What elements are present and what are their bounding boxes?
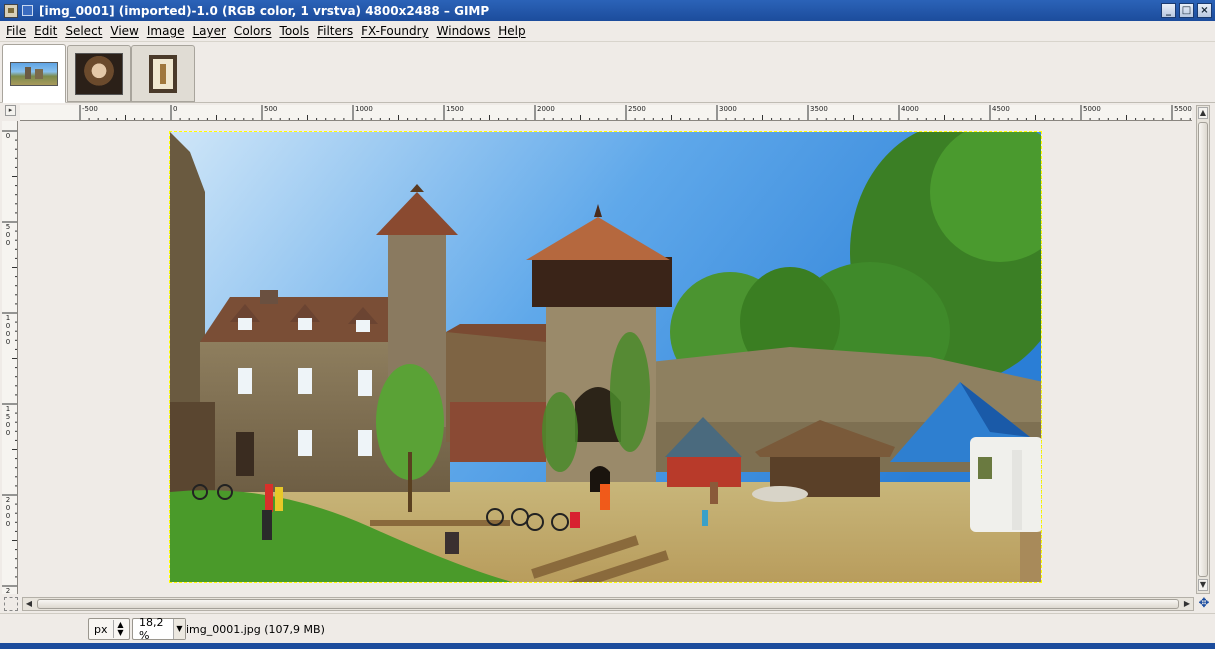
- ruler-label: 1000: [355, 105, 373, 113]
- zoom-selector[interactable]: 18,2 % ▼: [132, 616, 186, 642]
- menu-tools[interactable]: Tools: [276, 22, 314, 41]
- scroll-down-arrow-icon[interactable]: ▼: [1198, 579, 1208, 591]
- window-bottom-border: [0, 643, 1215, 649]
- close-button[interactable]: ×: [1197, 3, 1212, 18]
- menu-colors[interactable]: Colors: [230, 22, 276, 41]
- ruler-label: 5: [5, 223, 11, 231]
- ruler-label: 0: [5, 429, 11, 437]
- ruler-label: 0: [5, 520, 11, 528]
- vertical-ruler[interactable]: 05001000150020002: [2, 121, 18, 594]
- ruler-label: 500: [264, 105, 278, 113]
- menu-layer[interactable]: Layer: [188, 22, 229, 41]
- image-info-status: img_0001.jpg (107,9 MB): [186, 623, 325, 636]
- image-tab-strip: [0, 42, 1215, 103]
- ruler-label: 2000: [537, 105, 555, 113]
- ruler-label: 5: [5, 413, 11, 421]
- portrait-thumbnail: [75, 52, 123, 95]
- menu-fx-foundry[interactable]: FX-Foundry: [357, 22, 433, 41]
- scroll-left-arrow-icon[interactable]: ◀: [23, 598, 35, 610]
- image-tab-framed-picture[interactable]: [131, 45, 195, 102]
- ruler-label: 3000: [719, 105, 737, 113]
- gimp-app-icon[interactable]: [4, 3, 18, 18]
- canvas-area: ▸ -500 0 500 1000 1500 2000 2500 3000 3500 4000 45…: [0, 103, 1215, 613]
- ruler-label: 1: [5, 405, 11, 413]
- horizontal-scrollbar[interactable]: ◀ ▶: [22, 597, 1194, 611]
- ruler-label: 3500: [810, 105, 828, 113]
- minimize-button[interactable]: _: [1161, 3, 1176, 18]
- menu-arrow-button[interactable]: ▸: [5, 105, 16, 116]
- image-tab-portrait[interactable]: [67, 45, 131, 102]
- ruler-label: 0: [5, 338, 11, 346]
- window-menu-icon[interactable]: [22, 5, 33, 16]
- ruler-label: 4000: [901, 105, 919, 113]
- window-title: [img_0001] (imported)-1.0 (RGB color, 1 …: [39, 3, 490, 18]
- ruler-label: 1: [5, 314, 11, 322]
- horizontal-ruler-ticks: [79, 105, 1191, 120]
- menu-view[interactable]: View: [106, 22, 142, 41]
- ruler-label: 0: [5, 239, 11, 247]
- ruler-label: 0: [5, 512, 11, 520]
- ruler-label: 4500: [992, 105, 1010, 113]
- unit-selector[interactable]: px ▲ ▼: [88, 618, 130, 640]
- menubar: File Edit Select View Image Layer Colors…: [0, 21, 1215, 42]
- ruler-label: 2: [5, 587, 11, 595]
- horizontal-ruler[interactable]: -500 0 500 1000 1500 2000 2500 3000 3500 4000 4500…: [20, 105, 1192, 121]
- vertical-scrollbar[interactable]: ▲ ▼: [1196, 105, 1210, 594]
- image-tab-castle[interactable]: [2, 44, 66, 103]
- unit-value: px: [94, 622, 108, 636]
- scroll-right-arrow-icon[interactable]: ▶: [1181, 598, 1193, 610]
- image-viewport[interactable]: [20, 121, 1192, 594]
- statusbar: px ▲ ▼ 18,2 % ▼ img_0001.jpg (107,9 MB): [0, 613, 1215, 643]
- menu-select[interactable]: Select: [61, 22, 106, 41]
- navigate-move-icon[interactable]: ✥: [1197, 597, 1211, 611]
- image-canvas[interactable]: [169, 131, 1042, 583]
- window-controls: _ □ ×: [1161, 3, 1212, 18]
- ruler-label: 0: [173, 105, 178, 113]
- ruler-label: 0: [5, 504, 11, 512]
- castle-thumbnail: [10, 61, 58, 86]
- ruler-label: 2: [5, 496, 11, 504]
- ruler-label: 0: [5, 231, 11, 239]
- quick-mask-toggle[interactable]: [4, 597, 18, 611]
- zoom-dropdown-arrow-icon[interactable]: ▼: [173, 619, 185, 639]
- castle-courtyard-photo: [170, 132, 1041, 582]
- ruler-label: 5000: [1083, 105, 1101, 113]
- menu-windows[interactable]: Windows: [433, 22, 495, 41]
- ruler-label: 1500: [446, 105, 464, 113]
- horizontal-scroll-thumb[interactable]: [37, 599, 1179, 609]
- ruler-label: 5500: [1174, 105, 1192, 113]
- scroll-up-arrow-icon[interactable]: ▲: [1198, 107, 1208, 119]
- ruler-label: 0: [5, 322, 11, 330]
- menu-image[interactable]: Image: [143, 22, 189, 41]
- window-titlebar: [img_0001] (imported)-1.0 (RGB color, 1 …: [0, 0, 1215, 21]
- ruler-label: 2500: [628, 105, 646, 113]
- vertical-scroll-thumb[interactable]: [1198, 122, 1208, 577]
- maximize-button[interactable]: □: [1179, 3, 1194, 18]
- menu-file[interactable]: File: [2, 22, 30, 41]
- ruler-label: 0: [5, 421, 11, 429]
- ruler-label: 0: [5, 132, 11, 140]
- menu-filters[interactable]: Filters: [313, 22, 357, 41]
- ruler-label: 0: [5, 330, 11, 338]
- menu-edit[interactable]: Edit: [30, 22, 61, 41]
- menu-help[interactable]: Help: [494, 22, 529, 41]
- unit-spin-arrows-icon[interactable]: ▲ ▼: [113, 620, 127, 638]
- ruler-label: -500: [82, 105, 98, 113]
- framed-picture-thumbnail: [149, 54, 177, 93]
- zoom-value[interactable]: 18,2 %: [133, 616, 173, 642]
